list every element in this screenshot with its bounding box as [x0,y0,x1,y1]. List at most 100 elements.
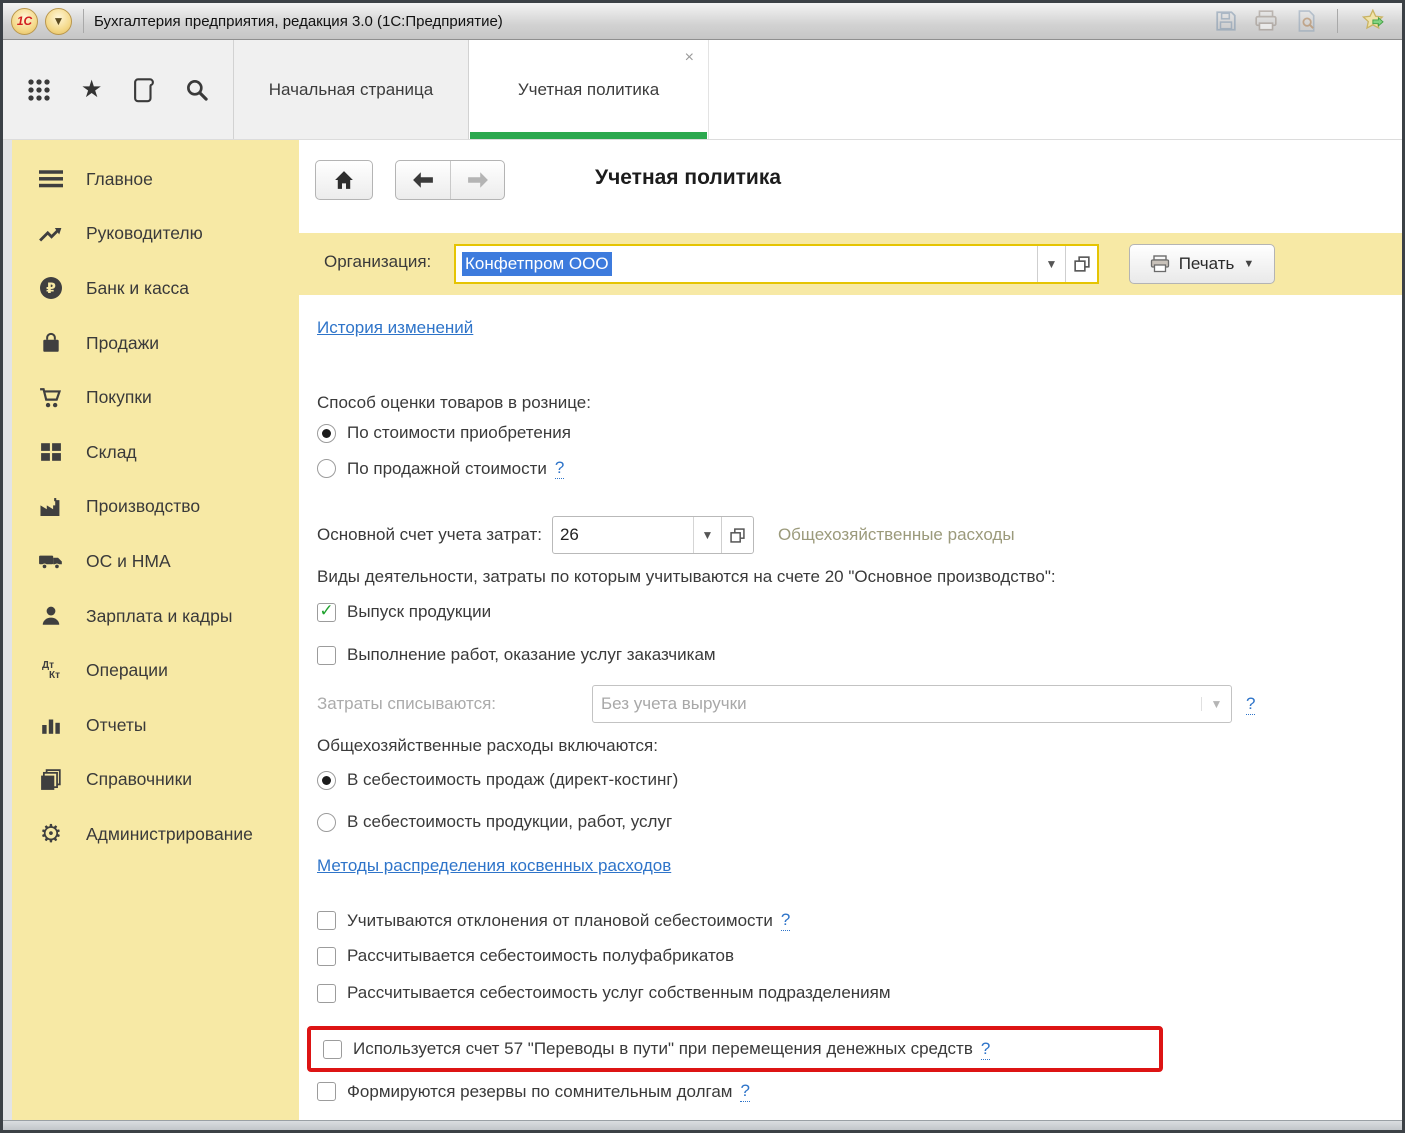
activities-label: Виды деятельности, затраты по которым уч… [317,567,1056,587]
checkbox-own-units-services-cost[interactable] [317,984,336,1003]
radio-sale-price[interactable] [317,459,336,478]
grid-icon [36,442,66,462]
open-link-icon[interactable] [1065,246,1097,282]
sidebar-item-proizvodstvo[interactable]: Производство [12,480,299,535]
overhead-label-row: Общехозяйственные расходы включаются: [317,736,658,756]
window-title: Бухгалтерия предприятия, редакция 3.0 (1… [94,13,503,30]
bag-icon [36,332,66,354]
back-button[interactable] [396,161,450,199]
print-label: Печать [1179,254,1235,274]
person-icon [36,605,66,627]
radio-row: По продажной стоимости ? [317,458,564,479]
indirect-costs-methods-link[interactable]: Методы распределения косвенных расходов [317,856,671,876]
1c-logo-icon: 1С [17,14,32,28]
sidebar-item-glavnoe[interactable]: Главное [12,152,299,207]
quick-toolbar: ★ [3,40,234,139]
organization-strip: Организация: Конфетпром ООО ▼ Печать ▼ [299,233,1402,295]
favorites-star-icon[interactable]: ★ [75,73,109,107]
chevron-down-icon: ▼ [53,14,65,28]
checkbox-works-services[interactable] [317,646,336,665]
checkbox-doubtful-debts-reserves[interactable] [317,1082,336,1101]
cart-icon [36,387,66,409]
history-scroll-icon[interactable] [127,73,161,107]
printer-icon [1150,255,1170,273]
radio-row: В себестоимость продаж (директ-костинг) [317,770,678,790]
checkbox-row: Рассчитывается себестоимость услуг собст… [317,983,891,1003]
tab-home[interactable]: Начальная страница [234,40,469,139]
methods-link-row: Методы распределения косвенных расходов [317,856,671,876]
checkbox-product-output[interactable] [317,603,336,622]
help-link[interactable]: ? [981,1039,990,1060]
sidebar-item-otchety[interactable]: Отчеты [12,698,299,753]
open-link-icon[interactable] [721,517,753,553]
activities-label-row: Виды деятельности, затраты по которым уч… [317,567,1056,587]
app-window: 1С ▼ Бухгалтерия предприятия, редакция 3… [0,0,1405,1133]
checkbox-account-57-transfers[interactable] [323,1040,342,1059]
help-link[interactable]: ? [740,1081,749,1102]
chevron-down-icon[interactable]: ▼ [1037,246,1065,282]
help-link[interactable]: ? [1246,694,1255,715]
radio-row: По стоимости приобретения [317,423,571,443]
sidebar-item-os-nma[interactable]: ОС и НМА [12,534,299,589]
radio-production-cost[interactable] [317,813,336,832]
sidebar: Главное Руководителю ₽ Банк и касса Прод… [12,140,299,1120]
books-icon [36,769,66,791]
sidebar-item-rukovoditelyu[interactable]: Руководителю [12,207,299,262]
preview-icon[interactable] [1293,9,1319,33]
checkbox-plan-cost-deviations[interactable] [317,911,336,930]
titlebar-divider [83,9,84,33]
writeoff-dropdown: Без учета выручки ▼ [592,685,1232,723]
cost-account-row: Основной счет учета затрат: 26 ▼ Общехоз… [317,516,1015,554]
ruble-icon: ₽ [36,277,66,299]
history-link-row: История изменений [317,318,473,338]
factory-icon [36,497,66,517]
search-icon[interactable] [180,73,214,107]
chevron-down-icon[interactable]: ▼ [693,517,721,553]
chart-icon [36,715,66,735]
save-icon[interactable] [1213,9,1239,33]
organization-label: Организация: [324,252,431,272]
app-logo-button[interactable]: 1С [11,8,38,35]
print-icon[interactable] [1253,9,1279,33]
history-nav-group [395,160,505,200]
radio-row: В себестоимость продукции, работ, услуг [317,812,672,832]
favorites-icon[interactable] [1362,9,1388,33]
cost-account-input[interactable]: 26 ▼ [552,516,754,554]
retail-valuation-label: Способ оценки товаров в рознице: [317,393,591,413]
organization-value: Конфетпром ООО [456,246,1037,282]
sidebar-item-zarplata-kadry[interactable]: Зарплата и кадры [12,589,299,644]
dtkt-icon: ДтКт [36,661,66,681]
all-functions-grid-icon[interactable] [22,73,56,107]
checkbox-row: Формируются резервы по сомнительным долг… [317,1081,750,1102]
page-title: Учетная политика [595,166,781,190]
cost-account-value: 26 [553,517,693,553]
sidebar-item-bank-kassa[interactable]: ₽ Банк и касса [12,261,299,316]
tab-accounting-policy[interactable]: × Учетная политика [469,40,709,139]
sidebar-item-administrirovanie[interactable]: ⚙ Администрирование [12,807,299,862]
highlight-annotation-box: Используется счет 57 "Переводы в пути" п… [307,1026,1163,1072]
sidebar-item-spravochniki[interactable]: Справочники [12,753,299,808]
close-icon[interactable]: × [685,50,694,66]
help-link[interactable]: ? [781,910,790,931]
sidebar-item-prodazhi[interactable]: Продажи [12,316,299,371]
help-link[interactable]: ? [555,458,564,479]
checkbox-semifinished-cost[interactable] [317,947,336,966]
home-button[interactable] [315,160,373,200]
forward-button[interactable] [450,161,504,199]
body: Главное Руководителю ₽ Банк и касса Прод… [3,140,1402,1120]
nav-row [315,160,505,200]
sidebar-item-operacii[interactable]: ДтКт Операции [12,643,299,698]
print-button[interactable]: Печать ▼ [1129,244,1275,284]
main-menu-button[interactable]: ▼ [45,8,72,35]
sidebar-item-sklad[interactable]: Склад [12,425,299,480]
titlebar-divider [1337,9,1338,33]
chevron-down-icon: ▼ [1243,258,1254,270]
history-changes-link[interactable]: История изменений [317,318,473,338]
radio-acquisition-cost[interactable] [317,424,336,443]
overhead-label: Общехозяйственные расходы включаются: [317,736,658,756]
window-bottom-frame [3,1120,1402,1130]
sidebar-item-pokupki[interactable]: Покупки [12,370,299,425]
radio-direct-costing[interactable] [317,771,336,790]
writeoff-label: Затраты списываются: [317,694,592,714]
organization-input[interactable]: Конфетпром ООО ▼ [454,244,1099,284]
